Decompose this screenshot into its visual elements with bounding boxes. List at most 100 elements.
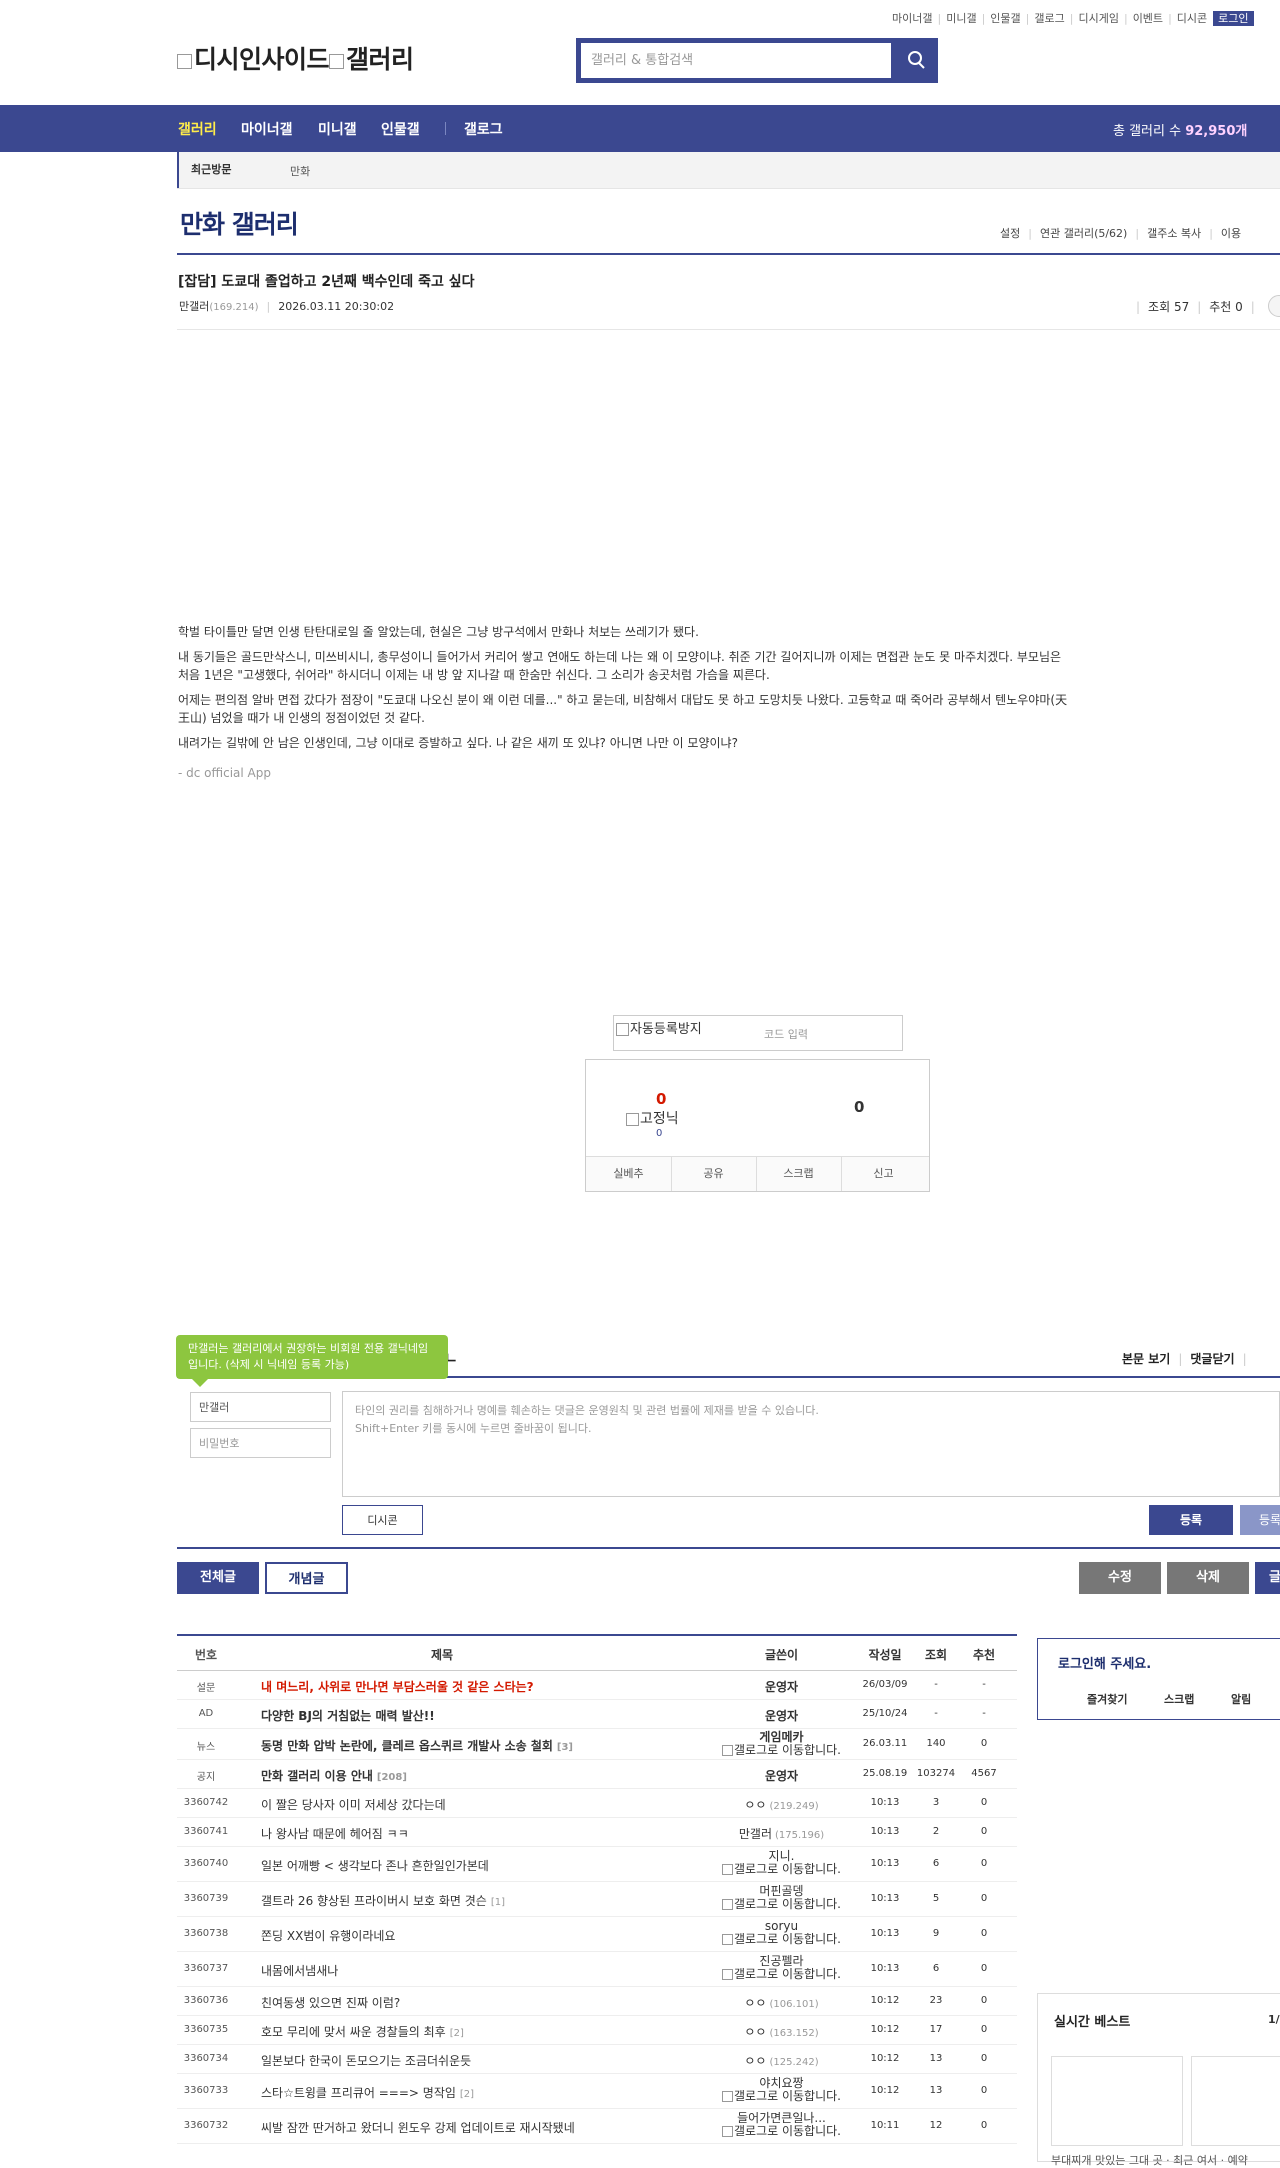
post-subject[interactable]: 쫀딩 XX범이 유행이라네요 — [261, 1927, 395, 1944]
login-prompt[interactable]: 로그인해 주세요. — [1058, 1653, 1151, 1672]
edit-button[interactable]: 수정 — [1079, 1562, 1161, 1594]
post-writer[interactable]: 운영자 — [714, 1678, 849, 1695]
table-row[interactable]: 3360733 스타☆트윙클 프리큐어 ===> 명작임 [2] 야치요짱 갤로그로 이… — [177, 2074, 1017, 2109]
scrap-link[interactable]: 스크랩 — [1164, 1691, 1194, 1707]
recommended-posts-button[interactable]: 개념글 — [265, 1562, 348, 1594]
nav-mini-gallery[interactable]: 미니갤 — [318, 119, 357, 139]
best-thumbnail[interactable] — [1191, 2056, 1280, 2146]
table-row[interactable]: AD 다양한 BJ의 거침없는 매력 발산!! 운영자 25/10/24 - - — [177, 1700, 1017, 1729]
table-row[interactable]: 3360735 호모 무리에 맞서 싸운 경찰들의 최후 [2] ㅇㅇ (163.152… — [177, 2016, 1017, 2045]
favorites-link[interactable]: 즐겨찾기 — [1087, 1691, 1127, 1707]
comment-count[interactable]: [3] — [557, 1742, 573, 1753]
recent-gallery-link[interactable]: 만화 — [290, 163, 310, 179]
nav-person-gallery[interactable]: 인물갤 — [381, 119, 420, 139]
register-button[interactable]: 등록 — [1149, 1505, 1233, 1535]
table-row[interactable]: 뉴스 동명 만화 압박 논란에, 클레르 옵스퀴르 개발사 소송 철회 [3] 게임메… — [177, 1729, 1017, 1760]
post-subject[interactable]: 씨발 잠깐 딴거하고 왔더니 윈도우 강제 업데이트로 재시작됐네 — [261, 2119, 575, 2136]
gallog-link[interactable]: 갤로그로 이동합니다. — [714, 1898, 849, 1911]
post-writer[interactable]: 야치요짱 갤로그로 이동합니다. — [714, 2077, 849, 2103]
nav-minor-gallery[interactable]: 마이너갤 — [241, 119, 293, 139]
post-writer[interactable]: 운영자 — [714, 1767, 849, 1784]
post-author[interactable]: 만갤러 — [179, 300, 209, 313]
comment-count[interactable]: [1] — [491, 1897, 505, 1908]
share-circle-button[interactable] — [1268, 295, 1280, 317]
nickname-field[interactable]: 만갤러 — [190, 1392, 331, 1422]
top-link[interactable]: 마이너갤 — [892, 12, 932, 25]
post-writer[interactable]: 지니. 갤로그로 이동합니다. — [714, 1850, 849, 1876]
post-writer[interactable]: 들어가면큰일나... 갤로그로 이동합니다. — [714, 2112, 849, 2138]
post-subject[interactable]: 일본보다 한국이 돈모으기는 조금더쉬운듯 — [261, 2052, 471, 2069]
post-subject[interactable]: 다양한 BJ의 거침없는 매력 발산!! — [261, 1707, 435, 1724]
write-button[interactable]: 글 — [1255, 1562, 1280, 1594]
post-writer[interactable]: 운영자 — [714, 1707, 849, 1724]
close-comments-link[interactable]: 댓글닫기 — [1190, 1352, 1234, 1366]
share-button[interactable]: 공유 — [671, 1157, 757, 1191]
post-subject[interactable]: 호모 무리에 맞서 싸운 경찰들의 최후 [2] — [261, 2023, 464, 2040]
gallog-link[interactable]: 갤로그로 이동합니다. — [714, 1933, 849, 1946]
downvote-count[interactable]: 0 — [854, 1098, 864, 1116]
post-writer[interactable]: ㅇㅇ (219.249) — [714, 1796, 849, 1813]
post-subject[interactable]: 내몸에서냄새나 — [261, 1962, 338, 1979]
search-button[interactable] — [896, 38, 938, 83]
post-subject[interactable]: 갤트라 26 향상된 프라이버시 보호 화면 겻슨 [1] — [261, 1892, 505, 1909]
comment-count[interactable]: [208] — [377, 1772, 407, 1783]
post-subject[interactable]: 동명 만화 압박 논란에, 클레르 옵스퀴르 개발사 소송 철회 [3] — [261, 1737, 573, 1754]
comment-textarea[interactable]: 타인의 권리를 침해하거나 명예를 훼손하는 댓글은 운영원칙 및 관련 법률에… — [342, 1391, 1280, 1497]
view-body-link[interactable]: 본문 보기 — [1122, 1352, 1170, 1366]
best-recommend-button[interactable]: 실베추 — [586, 1157, 672, 1191]
post-writer[interactable]: ㅇㅇ (125.242) — [714, 2052, 849, 2069]
post-writer[interactable]: 머핀골뎅 갤로그로 이동합니다. — [714, 1885, 849, 1911]
table-row[interactable]: 3360740 일본 어깨빵 < 생각보다 존나 흔한일인가본데 지니. 갤로그로 이… — [177, 1847, 1017, 1882]
gallog-link[interactable]: 갤로그로 이동합니다. — [714, 2125, 849, 2138]
report-button[interactable]: 신고 — [841, 1157, 926, 1191]
best-thumbnail[interactable] — [1051, 2056, 1183, 2146]
all-posts-button[interactable]: 전체글 — [177, 1562, 259, 1594]
best-caption[interactable]: 부대찌개 맛있는 그대 곳 · 최근 여서 · 예약 — [1051, 2152, 1248, 2168]
register-alt-button[interactable]: 등록 — [1240, 1505, 1280, 1535]
table-row[interactable]: 설문 내 며느리, 사위로 만나면 부담스러울 것 같은 스타는? 운영자 26/03… — [177, 1671, 1017, 1700]
search-input[interactable]: 갤러리 & 통합검색 — [581, 43, 891, 78]
settings-link[interactable]: 설정 — [1000, 227, 1020, 240]
gallog-link[interactable]: 갤로그로 이동합니다. — [714, 1968, 849, 1981]
post-writer[interactable]: ㅇㅇ (163.152) — [714, 2023, 849, 2040]
comment-count[interactable]: [2] — [450, 2028, 464, 2039]
post-subject[interactable]: 만화 갤러리 이용 안내 [208] — [261, 1767, 407, 1784]
password-field[interactable]: 비밀번호 — [190, 1428, 331, 1458]
table-row[interactable]: 3360742 이 짤은 당사자 이미 저세상 갔다는데 ㅇㅇ (219.249) 10… — [177, 1789, 1017, 1818]
table-row[interactable]: 3360739 갤트라 26 향상된 프라이버시 보호 화면 겻슨 [1] 머핀골뎅 갤… — [177, 1882, 1017, 1917]
top-link[interactable]: 디시게임 — [1078, 12, 1118, 25]
post-subject[interactable]: 내 며느리, 사위로 만나면 부담스러울 것 같은 스타는? — [261, 1678, 534, 1695]
gallog-link[interactable]: 갤로그로 이동합니다. — [714, 1744, 849, 1757]
captcha-input[interactable]: 코드 입력 — [764, 1026, 808, 1042]
alerts-link[interactable]: 알림 — [1231, 1691, 1251, 1707]
nav-gallery[interactable]: 갤러리 — [178, 119, 217, 139]
post-subject[interactable]: 일본 어깨빵 < 생각보다 존나 흔한일인가본데 — [261, 1857, 489, 1874]
copy-address-link[interactable]: 갤주소 복사 — [1147, 227, 1201, 240]
related-galleries-link[interactable]: 연관 갤러리(5/62) — [1040, 227, 1127, 240]
table-row[interactable]: 3360736 친여동생 있으면 진짜 이럼? ㅇㅇ (106.101) 10:12 23… — [177, 1987, 1017, 2016]
post-writer[interactable]: 진공펠라 갤로그로 이동합니다. — [714, 1955, 849, 1981]
table-row[interactable]: 3360734 일본보다 한국이 돈모으기는 조금더쉬운듯 ㅇㅇ (125.242) 1… — [177, 2045, 1017, 2074]
login-button[interactable]: 로그인 — [1213, 11, 1254, 26]
post-writer[interactable]: 게임메카 갤로그로 이동합니다. — [714, 1731, 849, 1757]
table-row[interactable]: 3360738 쫀딩 XX범이 유행이라네요 soryu 갤로그로 이동합니다. 10:… — [177, 1917, 1017, 1952]
dccon-button[interactable]: 디시콘 — [342, 1505, 423, 1535]
top-link[interactable]: 미니갤 — [946, 12, 976, 25]
table-row[interactable]: 3360741 나 왕사남 때문에 헤어짐 ㅋㅋ 만갤러 (175.196) 10:13… — [177, 1818, 1017, 1847]
top-link[interactable]: 디시콘 — [1177, 12, 1207, 25]
comment-count[interactable]: [2] — [460, 2089, 474, 2100]
upvote-count[interactable]: 0 — [656, 1090, 666, 1108]
site-logo[interactable]: 디시인사이드 갤러리 — [177, 40, 414, 76]
post-writer[interactable]: ㅇㅇ (106.101) — [714, 1994, 849, 2011]
top-link[interactable]: 갤로그 — [1034, 12, 1064, 25]
delete-button[interactable]: 삭제 — [1167, 1562, 1249, 1594]
table-row[interactable]: 공지 만화 갤러리 이용 안내 [208] 운영자 25.08.19 103274 4567 — [177, 1760, 1017, 1789]
post-subject[interactable]: 이 짤은 당사자 이미 저세상 갔다는데 — [261, 1796, 446, 1813]
table-row[interactable]: 3360737 내몸에서냄새나 진공펠라 갤로그로 이동합니다. 10:13 6 0 — [177, 1952, 1017, 1987]
scrap-button[interactable]: 스크랩 — [756, 1157, 842, 1191]
nav-gallog[interactable]: 갤로그 — [464, 119, 503, 139]
top-link[interactable]: 이벤트 — [1133, 12, 1163, 25]
gallery-title[interactable]: 만화 갤러리 — [180, 205, 299, 241]
top-link[interactable]: 인물갤 — [990, 12, 1020, 25]
table-row[interactable]: 3360732 씨발 잠깐 딴거하고 왔더니 윈도우 강제 업데이트로 재시작됐네… — [177, 2109, 1017, 2144]
